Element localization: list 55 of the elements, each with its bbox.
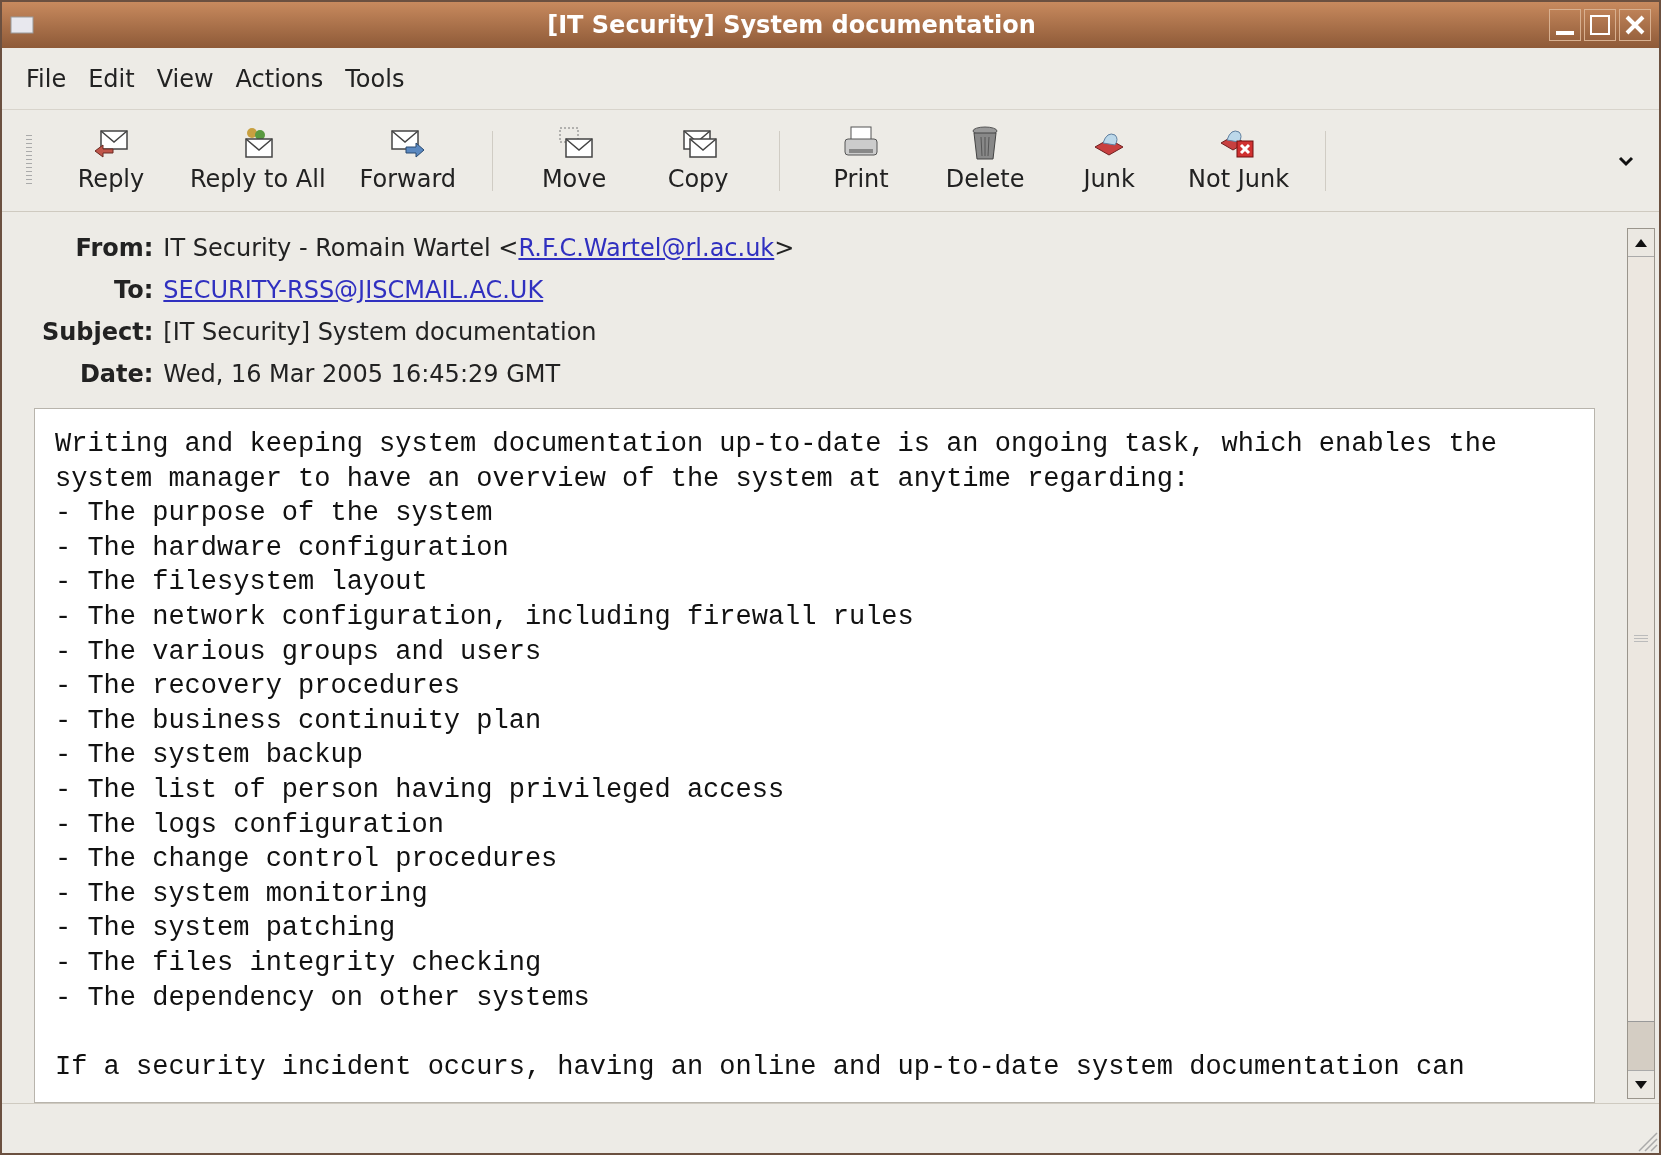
email-link[interactable]: SECURITY-RSS@JISCMAIL.AC.UK (163, 272, 544, 308)
minimize-button[interactable] (1549, 9, 1581, 41)
scrollbar-thumb[interactable] (1628, 257, 1654, 1022)
toolbar-button[interactable]: Move (515, 124, 634, 197)
toolbar-button[interactable]: Not Junk (1174, 124, 1304, 197)
down-arrow-icon (1635, 1080, 1647, 1089)
body-text-line: - The system monitoring (55, 877, 428, 911)
body-text-line: - The hardware configuration (55, 531, 509, 565)
email-link[interactable]: R.F.C.Wartel@rl.ac.uk (518, 230, 775, 266)
close-button[interactable] (1619, 9, 1651, 41)
toolbar-button[interactable]: Forward (345, 124, 471, 197)
scroll-down-button[interactable] (1628, 1070, 1654, 1098)
body-text-line: - The logs configuration (55, 808, 444, 842)
toolbar-button[interactable]: Copy (639, 124, 758, 197)
toolbar-button[interactable]: Reply (52, 124, 170, 197)
header-label: Subject: (42, 317, 154, 348)
up-arrow-icon (1635, 238, 1647, 247)
minimize-icon (1556, 31, 1574, 35)
maximize-button[interactable] (1584, 9, 1616, 41)
body-text-line: - The change control procedures (55, 843, 558, 877)
body-text-line: - The dependency on other systems (55, 981, 590, 1015)
menu-item[interactable]: Tools (341, 60, 409, 97)
maximize-icon (1590, 15, 1610, 35)
toolbar-button[interactable]: Delete (926, 124, 1045, 197)
close-icon (1624, 14, 1646, 36)
body-text-line: Writing and keeping system documentation up-to-date is an ongoing task, which enables the (55, 428, 1498, 461)
menu-item[interactable]: View (152, 60, 218, 97)
scroll-up-button[interactable] (1628, 229, 1654, 257)
body-text-line: - The system patching (55, 912, 396, 946)
body-text-line: - The system backup (55, 739, 363, 773)
body-text-line: - The various groups and users (55, 635, 542, 669)
menu-item[interactable]: File (22, 60, 71, 97)
menu-item[interactable]: Edit (84, 60, 139, 97)
body-text-line: - The purpose of the system (55, 497, 493, 531)
body-text-line: - The network configuration, including firewall rules (55, 600, 914, 634)
header-value: [IT Security] System documentation (163, 317, 597, 348)
body-text-line: If a security incident occurs, having an online and up-to-date system documentation can (55, 1050, 1465, 1084)
body-text-line: - The recovery procedures (55, 670, 461, 704)
toolbar-button[interactable]: Junk (1050, 124, 1169, 197)
chevron-down-icon[interactable] (1617, 154, 1635, 167)
header-value: Wed, 16 Mar 2005 16:45:29 GMT (163, 359, 561, 390)
menu-item[interactable]: Actions (231, 60, 328, 97)
header-value: IT Security - Romain Wartel < (163, 233, 519, 264)
header-label: To: (113, 275, 154, 306)
body-text-line: - The files integrity checking (55, 946, 542, 980)
header-label: Date: (78, 359, 154, 390)
header-value: > (774, 233, 795, 264)
body-text-line: - The business continuity plan (55, 704, 542, 738)
toolbar-button[interactable]: Print (802, 124, 921, 197)
body-text-line: system manager to have an overview of the system at anytime regarding: (55, 462, 1190, 496)
header-label: From: (74, 233, 154, 264)
window-title: [IT Security] System documentation (546, 10, 1037, 41)
toolbar-button[interactable]: Reply to All (176, 124, 340, 197)
body-text-line: - The list of person having privileged access (55, 773, 785, 807)
body-text-line: - The filesystem layout (55, 566, 428, 600)
